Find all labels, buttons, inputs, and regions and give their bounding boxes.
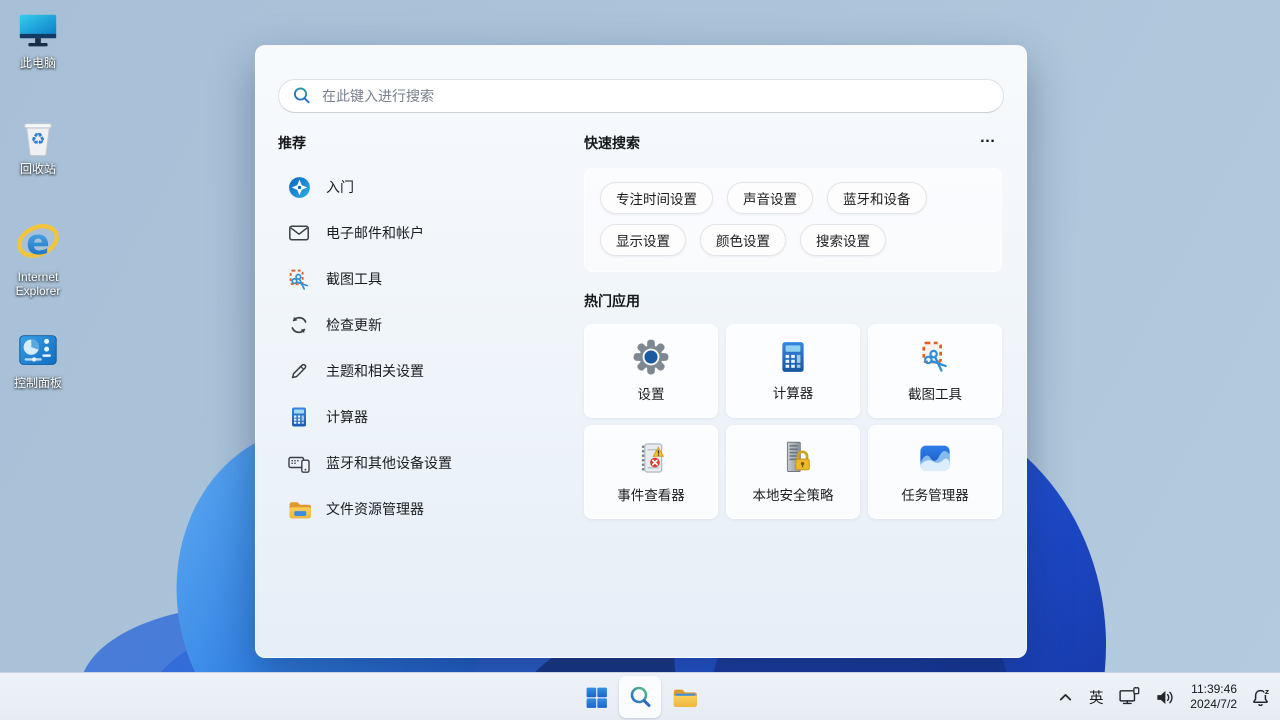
search-box[interactable] bbox=[278, 79, 1004, 113]
tray-network[interactable] bbox=[1115, 677, 1144, 717]
chevron-up-icon bbox=[1057, 689, 1074, 706]
app-tile-label: 设置 bbox=[638, 383, 665, 403]
quick-search-chip[interactable]: 蓝牙和设备 bbox=[827, 182, 927, 214]
mail-icon bbox=[286, 220, 312, 246]
app-tile-label: 截图工具 bbox=[908, 383, 962, 403]
top-apps-grid: 设置 计算器 bbox=[584, 324, 1004, 519]
quick-search-chip[interactable]: 颜色设置 bbox=[700, 224, 786, 256]
settings-gear-icon bbox=[633, 339, 669, 375]
recommended-item-file-explorer[interactable]: 文件资源管理器 bbox=[278, 486, 548, 532]
task-manager-icon bbox=[917, 440, 953, 476]
taskbar-center bbox=[575, 673, 705, 720]
snipping-tool-icon bbox=[286, 266, 312, 292]
file-explorer-icon bbox=[671, 684, 698, 711]
quick-search-card: 专注时间设置 声音设置 蓝牙和设备 显示设置 颜色设置 搜索设置 bbox=[584, 168, 1002, 272]
tray-clock[interactable]: 11:39:46 2024/7/2 bbox=[1187, 677, 1240, 717]
snipping-tool-icon bbox=[917, 339, 953, 375]
app-tile-local-security-policy[interactable]: 本地安全策略 bbox=[726, 425, 860, 519]
notification-bell-dnd-icon: z bbox=[1250, 687, 1271, 708]
desktop-icon-label: 回收站 bbox=[20, 162, 56, 176]
quick-search-chip[interactable]: 声音设置 bbox=[727, 182, 813, 214]
desktop-icon-label: Internet Explorer bbox=[0, 270, 76, 298]
recommended-item-label: 文件资源管理器 bbox=[326, 499, 424, 519]
desktop-icon-control-panel[interactable]: 控制面板 bbox=[0, 328, 76, 390]
top-apps-title: 热门应用 bbox=[584, 291, 640, 311]
recommended-item-calculator[interactable]: 计算器 bbox=[278, 394, 548, 440]
control-panel-icon bbox=[15, 328, 61, 374]
clock-date: 2024/7/2 bbox=[1190, 697, 1237, 712]
svg-text:z: z bbox=[1265, 687, 1269, 696]
local-security-policy-icon bbox=[775, 440, 811, 476]
recommended-title: 推荐 bbox=[278, 133, 306, 153]
this-pc-icon bbox=[15, 8, 61, 54]
search-flyout-panel: 推荐 快速搜索 … 入门 电子 bbox=[255, 45, 1027, 658]
search-icon bbox=[627, 684, 653, 710]
calculator-icon bbox=[776, 340, 810, 374]
event-viewer-icon bbox=[633, 440, 669, 476]
recommended-item-label: 主题和相关设置 bbox=[326, 361, 424, 381]
recommended-item-label: 截图工具 bbox=[326, 269, 382, 289]
tray-chevron-up[interactable] bbox=[1053, 677, 1077, 717]
app-tile-calculator[interactable]: 计算器 bbox=[726, 324, 860, 418]
app-tile-label: 计算器 bbox=[773, 382, 814, 402]
speaker-icon bbox=[1154, 686, 1177, 709]
app-tile-event-viewer[interactable]: 事件查看器 bbox=[584, 425, 718, 519]
recommended-item-label: 入门 bbox=[326, 177, 354, 197]
app-tile-label: 任务管理器 bbox=[901, 484, 969, 504]
get-started-icon bbox=[286, 174, 312, 200]
taskbar: 英 11:39:46 2024/7/2 bbox=[0, 672, 1280, 720]
file-explorer-icon bbox=[286, 496, 312, 522]
desktop-icon-label: 此电脑 bbox=[20, 56, 56, 70]
quick-search-chip[interactable]: 显示设置 bbox=[600, 224, 686, 256]
calculator-icon bbox=[286, 404, 312, 430]
system-tray: 英 11:39:46 2024/7/2 bbox=[1053, 673, 1274, 720]
svg-text:e: e bbox=[26, 223, 50, 263]
recommended-item-themes[interactable]: 主题和相关设置 bbox=[278, 348, 548, 394]
file-explorer-taskbar-button[interactable] bbox=[663, 676, 705, 718]
start-icon bbox=[584, 685, 609, 710]
clock-time: 11:39:46 bbox=[1190, 682, 1237, 697]
check-updates-icon bbox=[286, 312, 312, 338]
svg-text:♻: ♻ bbox=[31, 130, 46, 149]
quick-search-chip[interactable]: 搜索设置 bbox=[800, 224, 886, 256]
quick-search-chip[interactable]: 专注时间设置 bbox=[600, 182, 713, 214]
app-tile-label: 事件查看器 bbox=[617, 484, 685, 504]
recycle-bin-icon: ♻ bbox=[15, 114, 61, 160]
bluetooth-devices-icon bbox=[286, 450, 312, 476]
tray-ime-indicator[interactable]: 英 bbox=[1084, 677, 1108, 717]
recommended-item-label: 计算器 bbox=[326, 407, 368, 427]
app-tile-task-manager[interactable]: 任务管理器 bbox=[868, 425, 1002, 519]
recommended-list: 入门 电子邮件和帐户 截图工具 bbox=[278, 164, 548, 532]
search-input[interactable] bbox=[322, 88, 991, 104]
recommended-item-label: 电子邮件和帐户 bbox=[326, 223, 424, 243]
recommended-item-bluetooth-devices[interactable]: 蓝牙和其他设备设置 bbox=[278, 440, 548, 486]
desktop-icon-this-pc[interactable]: 此电脑 bbox=[0, 8, 76, 70]
recommended-item-check-updates[interactable]: 检查更新 bbox=[278, 302, 548, 348]
desktop-icon-recycle-bin[interactable]: ♻ 回收站 bbox=[0, 114, 76, 176]
network-ethernet-icon bbox=[1118, 686, 1141, 709]
ime-label: 英 bbox=[1089, 687, 1104, 708]
recommended-item-label: 检查更新 bbox=[326, 315, 382, 335]
internet-explorer-icon: e bbox=[12, 216, 64, 268]
app-tile-settings[interactable]: 设置 bbox=[584, 324, 718, 418]
app-tile-snipping-tool[interactable]: 截图工具 bbox=[868, 324, 1002, 418]
quick-search-title: 快速搜索 bbox=[584, 133, 640, 153]
recommended-item-mail[interactable]: 电子邮件和帐户 bbox=[278, 210, 548, 256]
search-icon bbox=[291, 85, 313, 107]
search-taskbar-button[interactable] bbox=[619, 676, 661, 718]
recommended-item-get-started[interactable]: 入门 bbox=[278, 164, 548, 210]
recommended-item-label: 蓝牙和其他设备设置 bbox=[326, 453, 452, 473]
tray-notifications[interactable]: z bbox=[1247, 677, 1274, 717]
start-button[interactable] bbox=[575, 676, 617, 718]
app-tile-label: 本地安全策略 bbox=[753, 484, 834, 504]
tray-volume[interactable] bbox=[1151, 677, 1180, 717]
theme-pen-icon bbox=[286, 358, 312, 384]
desktop-icon-internet-explorer[interactable]: e Internet Explorer bbox=[0, 216, 76, 298]
quick-search-more-button[interactable]: … bbox=[974, 132, 1002, 152]
desktop-icon-label: 控制面板 bbox=[14, 376, 62, 390]
recommended-item-snipping-tool[interactable]: 截图工具 bbox=[278, 256, 548, 302]
